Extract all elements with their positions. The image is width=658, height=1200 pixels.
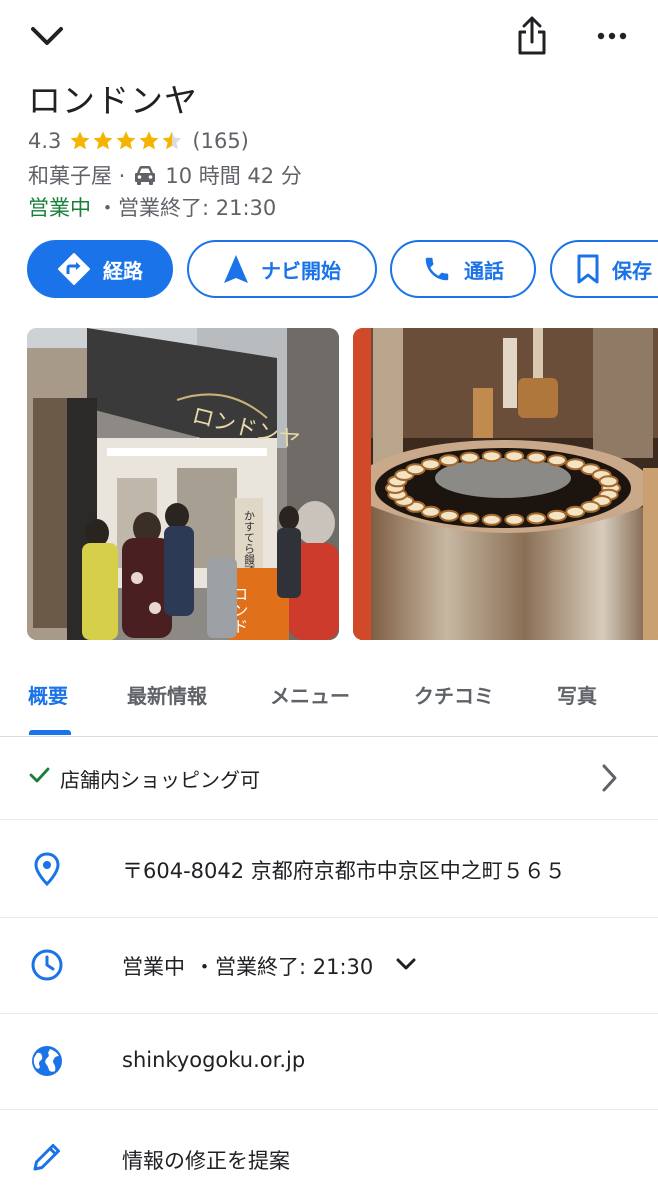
shopping-row[interactable]: 店舗内ショッピング可 (0, 737, 658, 820)
website-link[interactable]: shinkyogoku.or.jp (122, 1048, 305, 1072)
star-icon (140, 131, 159, 150)
cake-mark (526, 512, 547, 525)
globe-icon (30, 1044, 64, 1078)
bookmark-icon (577, 254, 599, 284)
cake-mark (439, 509, 459, 522)
action-buttons: 経路 ナビ開始 通話 保存 (27, 240, 658, 302)
suggest-edit-row[interactable]: 情報の修正を提案 (0, 1110, 658, 1200)
review-count: (165) (192, 129, 249, 153)
website-row[interactable]: shinkyogoku.or.jp (0, 1014, 658, 1110)
active-tab-indicator (29, 730, 71, 735)
closing-time: ・営業終了: 21:30 (97, 196, 277, 220)
cake-mark (547, 509, 567, 522)
suggest-edit-label: 情報の修正を提案 (122, 1149, 290, 1173)
place-title: ロンドンヤ (28, 81, 198, 120)
top-bar (0, 0, 658, 70)
checkmark-icon (28, 765, 50, 789)
hours-row[interactable]: 営業中 ・営業終了: 21:30 (0, 918, 658, 1014)
tab-bar: 概要 最新情報 メニュー クチコミ 写真 (0, 660, 658, 737)
call-button[interactable]: 通話 (390, 240, 536, 298)
rating-value: 4.3 (28, 129, 62, 153)
star-icon (71, 131, 90, 150)
car-icon (133, 164, 157, 186)
cake-mark (504, 450, 525, 463)
cake-mark (598, 475, 619, 488)
cake-mark (526, 451, 547, 464)
directions-button[interactable]: 経路 (27, 240, 173, 298)
call-label: 通話 (464, 258, 504, 283)
location-pin-icon (30, 852, 64, 886)
cake-mark (481, 513, 502, 526)
status-row: 営業中 ・営業終了: 21:30 (28, 192, 276, 222)
save-button[interactable]: 保存 (550, 240, 658, 298)
navigate-button[interactable]: ナビ開始 (187, 240, 377, 298)
shopping-label: 店舗内ショッピング可 (60, 768, 260, 792)
address-text: 〒604-8042 京都府京都市中京区中之町５６５ (122, 859, 566, 883)
tab-overview[interactable]: 概要 (28, 680, 68, 709)
cake-mark (459, 451, 480, 464)
category-row: 和菓子屋 · 10 時間 42 分 (28, 160, 302, 190)
chevron-down-icon[interactable] (26, 18, 68, 54)
hours-open-status: 営業中 (122, 955, 185, 979)
cake-mark (459, 512, 480, 525)
tab-photos[interactable]: 写真 (557, 680, 597, 709)
address-row[interactable]: 〒604-8042 京都府京都市中京区中之町５６５ (0, 820, 658, 918)
cake-mark (481, 450, 502, 463)
star-icon (163, 131, 182, 150)
rating-stars (69, 130, 184, 152)
navigate-label: ナビ開始 (261, 258, 341, 283)
hours-closing-time: ・営業終了: 21:30 (194, 955, 374, 979)
more-horizontal-icon[interactable] (592, 22, 632, 50)
share-icon[interactable] (512, 14, 552, 58)
photo-carousel[interactable]: ロンドンヤ かすてら饅頭 ロンド (27, 328, 658, 640)
cake-mark (420, 458, 441, 471)
directions-label: 経路 (103, 258, 143, 283)
cake-mark (439, 454, 459, 467)
navigation-arrow-icon (224, 255, 248, 283)
category-label: 和菓子屋 · (28, 164, 126, 188)
rating-row[interactable]: 4.3 (165) (28, 126, 249, 156)
tab-reviews[interactable]: クチコミ (414, 680, 494, 709)
chevron-down-small-icon[interactable] (395, 956, 417, 975)
tab-updates[interactable]: 最新情報 (127, 680, 207, 709)
cake-mark (547, 454, 567, 467)
travel-time: 10 時間 42 分 (165, 164, 302, 188)
open-status: 営業中 (28, 196, 91, 220)
cake-mark (504, 513, 525, 526)
pencil-icon (30, 1140, 64, 1174)
chevron-right-icon (600, 763, 618, 797)
tab-menu[interactable]: メニュー (270, 680, 350, 709)
clock-icon (30, 948, 64, 982)
cake-mark (565, 505, 586, 518)
directions-icon (58, 253, 90, 285)
storefront-banner: かすてら饅頭 (243, 510, 256, 577)
machine-photo[interactable] (353, 328, 658, 640)
star-icon (94, 131, 113, 150)
save-label: 保存 (612, 258, 652, 283)
star-icon (117, 131, 136, 150)
storefront-photo[interactable]: ロンドンヤ かすてら饅頭 ロンド (27, 328, 339, 640)
phone-icon (425, 257, 449, 281)
